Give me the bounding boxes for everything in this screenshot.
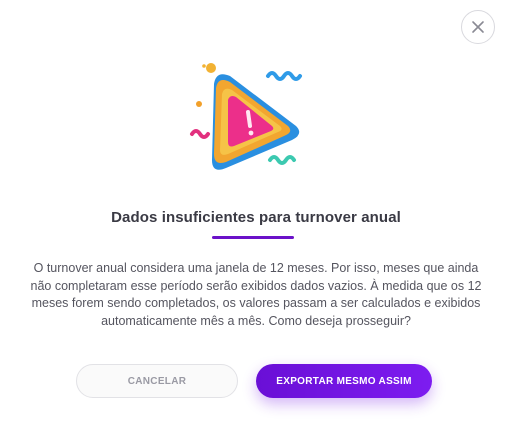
- title-underline: [212, 236, 294, 239]
- dialog-title: Dados insuficientes para turnover anual: [111, 209, 401, 226]
- dialog-description: O turnover anual considera uma janela de…: [30, 261, 482, 328]
- insufficient-data-dialog: Dados insuficientes para turnover anual …: [0, 0, 512, 441]
- warning-triangle-icon: [190, 63, 302, 170]
- close-icon: [472, 21, 484, 33]
- export-anyway-button[interactable]: EXPORTAR MESMO ASSIM: [256, 364, 432, 398]
- close-button[interactable]: [461, 10, 495, 44]
- cancel-button[interactable]: CANCELAR: [76, 364, 238, 398]
